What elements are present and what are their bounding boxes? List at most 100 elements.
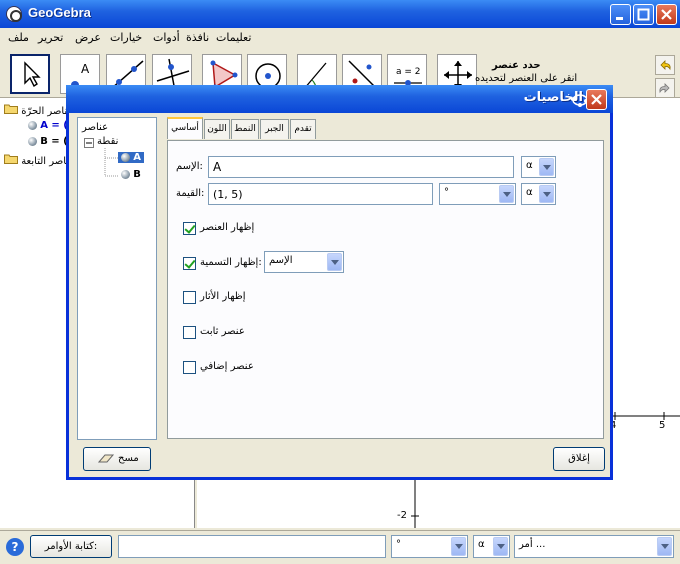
redo-icon <box>659 83 670 94</box>
value-input[interactable]: (1, 5) <box>208 183 433 205</box>
tab-basic[interactable]: أساسي <box>167 117 203 139</box>
minimize-button[interactable] <box>610 4 631 25</box>
point-tool-label: A <box>81 62 90 76</box>
redo-button[interactable] <box>655 78 675 98</box>
name-input[interactable]: A <box>208 156 514 178</box>
main-title-bar: GeoGebra <box>0 0 680 28</box>
fixed-object-label: عنصر ثابت <box>200 326 245 337</box>
tree-group-point[interactable]: نقطة <box>97 136 118 147</box>
delete-button[interactable]: مسح <box>83 447 151 471</box>
tree-dependent-objects[interactable]: عناصر التابعة <box>4 153 75 167</box>
basic-tab-panel: الإسم: A α القيمة: (1, 5) ° α إظهار العن… <box>167 140 604 439</box>
show-object-label: إظهار العنصر <box>200 222 255 233</box>
menu-file[interactable]: ملف <box>8 31 29 44</box>
auxiliary-object-checkbox[interactable] <box>183 361 196 374</box>
undo-button[interactable] <box>655 55 675 75</box>
value-input-value: (1, 5) <box>213 188 243 201</box>
tab-color[interactable]: اللون <box>204 119 230 139</box>
visibility-toggle-icon[interactable] <box>28 120 37 130</box>
commands-dropdown[interactable]: أمر ... <box>514 535 674 558</box>
chevron-down-icon <box>493 537 508 556</box>
input-label-button[interactable]: كتابة الأوامر: <box>30 535 112 558</box>
name-label: الإسم: <box>176 161 203 172</box>
point-a-definition: A = ( <box>40 120 68 131</box>
value-label: القيمة: <box>176 188 205 199</box>
degree-symbol: ° <box>396 539 401 550</box>
menu-options[interactable]: خيارات <box>110 31 142 44</box>
cursor-arrow-icon <box>24 61 41 88</box>
folder-icon <box>4 104 18 114</box>
collapse-icon[interactable] <box>84 138 94 148</box>
help-icon[interactable]: ? <box>6 538 24 556</box>
greek-symbol-dropdown[interactable]: α <box>473 535 510 558</box>
name-symbol-dropdown[interactable]: α <box>521 156 556 178</box>
chevron-down-icon <box>451 537 466 556</box>
close-button[interactable]: إغلاق <box>553 447 605 471</box>
alpha-symbol: α <box>526 187 533 198</box>
move-tool-button[interactable] <box>10 54 50 94</box>
chevron-down-icon <box>499 185 514 203</box>
tree-root[interactable]: عناصر <box>82 122 108 133</box>
tree-item-a[interactable]: A <box>118 152 144 163</box>
geogebra-app-icon <box>6 6 22 22</box>
delete-button-label: مسح <box>118 453 139 464</box>
show-trace-label: إظهار الأثار <box>200 291 246 302</box>
undo-icon <box>660 60 671 71</box>
app-title: GeoGebra <box>28 5 91 20</box>
menu-view[interactable]: عرض <box>75 31 101 44</box>
folder-icon <box>4 154 18 164</box>
show-trace-checkbox[interactable] <box>183 291 196 304</box>
value-degree-dropdown[interactable]: ° <box>439 183 516 205</box>
fixed-object-checkbox[interactable] <box>183 326 196 339</box>
object-tree: عناصر نقطة A B <box>77 117 157 440</box>
tab-style[interactable]: النمط <box>231 119 259 139</box>
close-icon <box>591 94 602 105</box>
command-input[interactable] <box>118 535 386 558</box>
eraser-icon <box>97 454 115 463</box>
input-bar: ? كتابة الأوامر: ° α أمر ... <box>0 530 680 564</box>
alpha-symbol: α <box>478 539 485 550</box>
chevron-down-icon <box>539 158 554 176</box>
x-tick-label: 5 <box>659 420 666 431</box>
tab-advanced[interactable]: تقدم <box>290 119 316 139</box>
maximize-button[interactable] <box>633 4 654 25</box>
label-mode-dropdown[interactable]: الإسم <box>264 251 344 273</box>
tool-help-description: أنقر على العنصر لتحديده <box>475 73 578 84</box>
show-object-checkbox[interactable] <box>183 222 196 235</box>
point-b-definition: B = ( <box>40 136 68 147</box>
tool-help-title: حدد عنصر <box>492 60 541 71</box>
tree-item-b[interactable]: B <box>118 169 144 180</box>
menu-edit[interactable]: تحرير <box>38 31 63 44</box>
algebra-item-b[interactable]: B = ( <box>28 136 68 147</box>
properties-dialog: الخاصيات عناصر نقطة A B أساسي اللون النم… <box>66 85 613 480</box>
dialog-close-button[interactable] <box>586 89 607 110</box>
tree-free-objects[interactable]: عناصر الحرّة <box>4 103 73 117</box>
algebra-item-a[interactable]: A = ( <box>28 120 68 131</box>
menu-bar: ملف تحرير عرض خيارات أدوات نافذة تعليمات <box>0 28 680 48</box>
close-window-button[interactable] <box>656 4 677 25</box>
value-symbol-dropdown[interactable]: α <box>521 183 556 205</box>
degree-symbol-dropdown[interactable]: ° <box>391 535 468 558</box>
menu-window[interactable]: نافذة <box>186 31 209 44</box>
alpha-symbol: α <box>526 160 533 171</box>
chevron-down-icon <box>327 253 342 271</box>
tree-item-b-label: B <box>133 169 141 180</box>
dialog-title-bar: الخاصيات <box>66 85 613 113</box>
tab-algebra[interactable]: الجبر <box>260 119 289 139</box>
degree-symbol: ° <box>444 187 449 198</box>
show-label-label: إظهار التسمية: <box>200 257 262 268</box>
commands-placeholder: أمر ... <box>519 539 546 550</box>
label-mode-value: الإسم <box>269 255 293 266</box>
y-tick-label: -2 <box>397 510 407 521</box>
visibility-toggle-icon[interactable] <box>28 136 37 146</box>
menu-tools[interactable]: أدوات <box>153 31 180 44</box>
chevron-down-icon <box>539 185 554 203</box>
show-label-checkbox[interactable] <box>183 257 196 270</box>
point-icon <box>121 152 130 162</box>
tree-item-a-label: A <box>133 152 141 163</box>
point-icon <box>121 169 130 179</box>
auxiliary-object-label: عنصر إضافي <box>200 361 254 372</box>
name-input-value: A <box>213 160 222 174</box>
menu-help[interactable]: تعليمات <box>216 31 251 44</box>
chevron-down-icon <box>657 537 672 556</box>
